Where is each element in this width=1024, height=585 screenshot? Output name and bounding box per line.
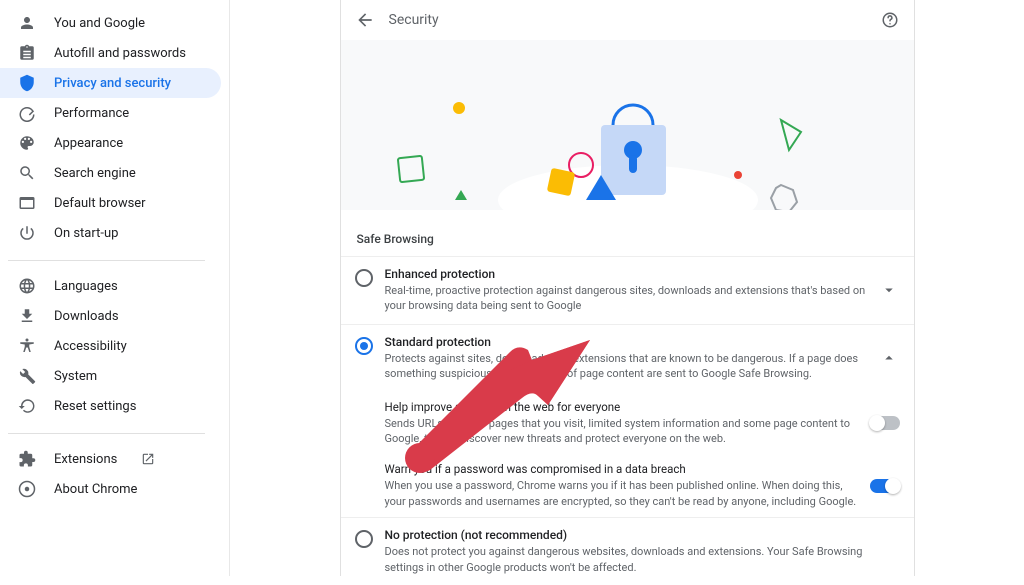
sidebar-item-label: System [54,369,97,384]
option-no-protection[interactable]: No protection (not recommended) Does not… [341,517,914,585]
back-button[interactable] [355,10,375,30]
sub-option-improve-security: Help improve security on the web for eve… [341,392,914,455]
sidebar-item-performance[interactable]: Performance [0,98,221,128]
chevron-down-icon[interactable] [880,281,898,299]
extension-icon [18,450,36,468]
option-title: Enhanced protection [385,267,870,281]
browser-icon [18,194,36,212]
option-title: Standard protection [385,335,870,349]
palette-icon [18,134,36,152]
sidebar-item-default-browser[interactable]: Default browser [0,188,221,218]
sidebar-item-label: On start-up [54,226,118,241]
wrench-icon [18,367,36,385]
sidebar-item-autofill[interactable]: Autofill and passwords [0,38,221,68]
sidebar-item-label: Privacy and security [54,76,171,91]
option-enhanced-protection[interactable]: Enhanced protection Real-time, proactive… [341,256,914,324]
sub-desc: Sends URLs of some pages that you visit,… [385,416,860,447]
power-icon [18,224,36,242]
sidebar-item-downloads[interactable]: Downloads [0,301,221,331]
sidebar-item-label: Search engine [54,166,136,181]
sub-option-password-warn: Warn you if a password was compromised i… [341,454,914,517]
radio-enhanced[interactable] [355,269,373,287]
sidebar-item-about[interactable]: About Chrome [0,474,221,504]
external-link-icon [141,452,155,466]
shield-icon [18,74,36,92]
settings-sidebar: You and Google Autofill and passwords Pr… [0,0,230,576]
sidebar-item-label: Autofill and passwords [54,46,186,61]
sidebar-item-startup[interactable]: On start-up [0,218,221,248]
sidebar-divider [8,260,205,261]
sidebar-item-languages[interactable]: Languages [0,271,221,301]
sidebar-divider [8,433,205,434]
person-icon [18,14,36,32]
sidebar-item-label: Accessibility [54,339,127,354]
option-desc: Protects against sites, downloads and ex… [385,351,870,382]
sidebar-item-label: Appearance [54,136,123,151]
sidebar-item-label: Languages [54,279,118,294]
hero-illustration [341,40,914,210]
sidebar-item-label: Default browser [54,196,146,211]
page-title: Security [389,12,439,28]
reset-icon [18,397,36,415]
sub-title: Help improve security on the web for eve… [385,400,860,414]
accessibility-icon [18,337,36,355]
chrome-icon [18,480,36,498]
sidebar-item-label: Extensions [54,452,117,467]
clipboard-icon [18,44,36,62]
sidebar-item-label: Reset settings [54,399,136,414]
toggle-improve-security[interactable] [870,416,900,430]
chevron-up-icon[interactable] [880,349,898,367]
sidebar-item-reset[interactable]: Reset settings [0,391,221,421]
sidebar-item-accessibility[interactable]: Accessibility [0,331,221,361]
radio-standard[interactable] [355,337,373,355]
main-content: Security Safe Browsing [230,0,1024,576]
toggle-password-warn[interactable] [870,479,900,493]
download-icon [18,307,36,325]
option-standard-protection[interactable]: Standard protection Protects against sit… [341,324,914,392]
option-desc: Real-time, proactive protection against … [385,283,870,314]
sidebar-item-privacy[interactable]: Privacy and security [0,68,221,98]
sub-desc: When you use a password, Chrome warns yo… [385,478,860,509]
globe-icon [18,277,36,295]
sidebar-item-label: You and Google [54,16,145,31]
section-title: Safe Browsing [341,210,914,256]
sidebar-item-search[interactable]: Search engine [0,158,221,188]
option-title: No protection (not recommended) [385,528,870,542]
sidebar-item-appearance[interactable]: Appearance [0,128,221,158]
sidebar-item-extensions[interactable]: Extensions [0,444,221,474]
search-icon [18,164,36,182]
page-header: Security [341,0,914,40]
sidebar-item-label: Performance [54,106,129,121]
speed-icon [18,104,36,122]
sidebar-item-label: Downloads [54,309,119,324]
radio-no-protection[interactable] [355,530,373,548]
sidebar-item-system[interactable]: System [0,361,221,391]
sidebar-item-label: About Chrome [54,482,137,497]
sub-title: Warn you if a password was compromised i… [385,462,860,476]
help-button[interactable] [880,10,900,30]
sidebar-item-you-google[interactable]: You and Google [0,8,221,38]
option-desc: Does not protect you against dangerous w… [385,544,870,575]
